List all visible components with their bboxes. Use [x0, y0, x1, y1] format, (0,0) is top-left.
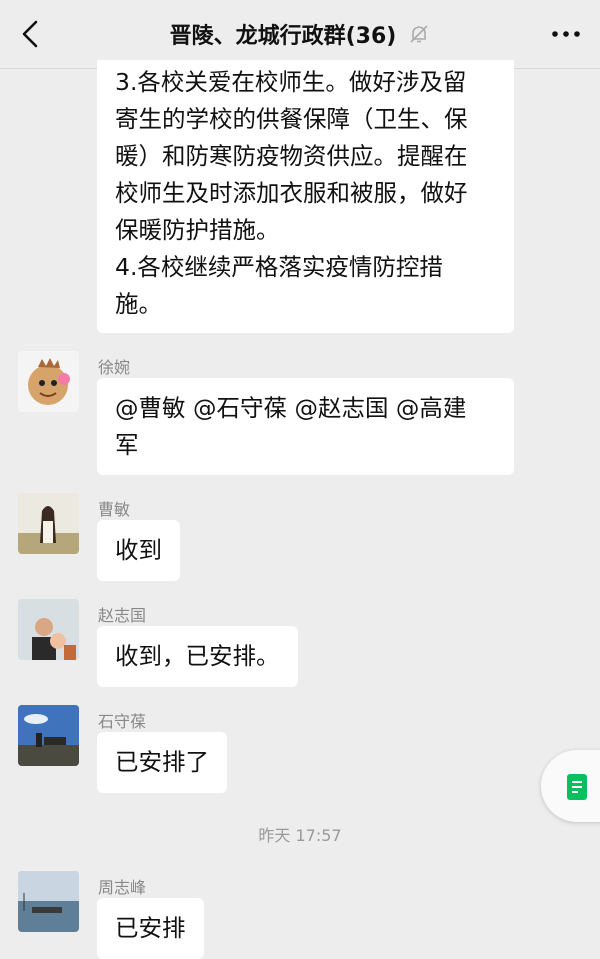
more-button[interactable]	[550, 22, 582, 46]
avatar-image	[18, 493, 79, 554]
chat-header: 晋陵、龙城行政群(36)	[0, 0, 600, 69]
more-dots-icon	[552, 31, 580, 37]
chat-title[interactable]: 晋陵、龙城行政群(36)	[170, 18, 397, 50]
avatar-image	[28, 358, 70, 405]
sender-name: 徐婉	[98, 358, 131, 377]
avatar-image	[18, 871, 79, 932]
avatar[interactable]	[18, 599, 79, 660]
document-icon	[567, 774, 587, 800]
timestamp: 昨天 17:57	[258, 826, 342, 845]
sender-name: 曹敏	[98, 500, 131, 519]
sender-name: 石守葆	[98, 712, 147, 731]
avatar[interactable]	[18, 493, 79, 554]
message-bubble[interactable]: 已安排	[97, 898, 204, 959]
avatar[interactable]	[18, 705, 79, 766]
avatar-image	[18, 599, 79, 660]
message-bubble[interactable]: @曹敏 @石守葆 @赵志国 @高建 军	[97, 378, 514, 475]
avatar[interactable]	[18, 871, 79, 932]
message-bubble[interactable]: 已安排了	[97, 732, 227, 793]
message-bubble[interactable]: 收到	[97, 520, 180, 581]
sender-name: 周志峰	[98, 878, 147, 897]
avatar-image	[18, 705, 79, 766]
message-bubble[interactable]: 收到，已安排。	[97, 626, 298, 687]
message-bubble[interactable]: 3.各校关爱在校师生。做好涉及留 寄生的学校的供餐保障（卫生、保 暖）和防寒防疫…	[97, 60, 514, 333]
floating-doc-button[interactable]	[541, 750, 600, 822]
bell-off-icon	[410, 25, 428, 43]
sender-name: 赵志国	[98, 606, 147, 625]
avatar[interactable]	[18, 351, 79, 412]
